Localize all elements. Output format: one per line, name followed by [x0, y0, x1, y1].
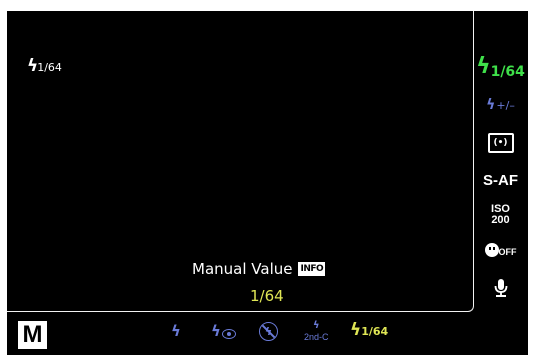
live-view-area: ϟ 1/64 Manual Value INFO 1/64 — [7, 11, 474, 312]
metering-icon: (•) — [487, 133, 514, 153]
manual-value-readout: 1/64 — [250, 287, 284, 305]
right-settings-panel: ϟ 1/64 ϟ +/– (•) S-AF ISO 200 OFF — [473, 11, 528, 311]
face-priority-icon — [484, 243, 499, 257]
info-button[interactable]: INFO — [298, 262, 326, 276]
iso-setting[interactable]: ISO 200 — [473, 204, 528, 226]
flash-compensation-setting[interactable]: ϟ +/– — [473, 98, 528, 112]
microphone-icon — [494, 279, 507, 297]
flash-level-indicator: ϟ 1/64 — [27, 58, 62, 75]
auto-flash-option[interactable]: ϟ — [171, 324, 181, 339]
metering-setting[interactable]: (•) — [473, 133, 528, 153]
flash-mode-value: 1/64 — [490, 64, 525, 80]
red-eye-flash-option[interactable]: ϟ — [211, 324, 236, 339]
flash-off-option[interactable]: ϟ — [259, 322, 278, 341]
red-eye-icon — [221, 329, 236, 339]
second-curtain-label: 2nd-C — [304, 332, 329, 342]
manual-flash-option[interactable]: ϟ 1/64 — [350, 322, 388, 339]
camera-display: ϟ 1/64 Manual Value INFO 1/64 ϟ 1/64 ϟ +… — [7, 11, 528, 355]
flash-icon: ϟ — [211, 322, 221, 340]
iso-value: 200 — [491, 214, 510, 226]
second-curtain-flash-option[interactable]: ϟ 2nd-C — [304, 321, 329, 342]
sound-recording-setting[interactable] — [473, 279, 528, 297]
flash-icon: ϟ — [312, 320, 320, 331]
camera-screen-frame: ϟ 1/64 Manual Value INFO 1/64 ϟ 1/64 ϟ +… — [0, 0, 534, 357]
shooting-mode-badge[interactable]: M — [18, 321, 47, 349]
flash-level-value: 1/64 — [37, 61, 62, 74]
manual-flash-value: 1/64 — [361, 325, 389, 338]
flash-mode-selector-bar: M ϟ ϟ ϟ ϟ 2nd-C ϟ 1/64 — [7, 312, 528, 355]
flash-compensation-icon: ϟ — [486, 97, 496, 113]
flash-off-icon: ϟ — [259, 322, 278, 341]
face-priority-setting[interactable]: OFF — [473, 243, 528, 257]
flash-icon: ϟ — [350, 320, 362, 340]
flash-icon: ϟ — [476, 54, 491, 79]
face-priority-status: OFF — [498, 247, 517, 257]
manual-value-label: Manual Value — [192, 260, 293, 278]
flash-auto-icon: ϟ — [171, 322, 181, 340]
manual-value-prompt: Manual Value INFO — [192, 260, 326, 278]
af-mode-setting[interactable]: S-AF — [473, 172, 528, 189]
flash-compensation-value: +/– — [496, 98, 515, 112]
flash-mode-setting[interactable]: ϟ 1/64 — [473, 54, 528, 81]
